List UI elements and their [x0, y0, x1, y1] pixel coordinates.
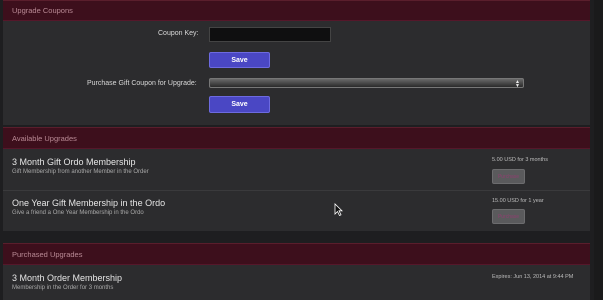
- list-item: 3 Month Order Membership Membership in t…: [3, 265, 590, 300]
- available-upgrades-panel: Available Upgrades 3 Month Gift Ordo Mem…: [3, 127, 590, 231]
- item-description: Membership in the Order for 3 months: [12, 285, 114, 291]
- upgrade-coupons-title: Upgrade Coupons: [12, 6, 73, 15]
- purchased-upgrades-panel: Purchased Upgrades 3 Month Order Members…: [3, 243, 590, 300]
- upgrade-coupons-header: Upgrade Coupons: [3, 0, 590, 21]
- item-title: One Year Gift Membership in the Ordo: [12, 198, 166, 208]
- item-price: 5.00 USD for 3 months: [492, 157, 548, 163]
- item-expires: Expires: Jun 13, 2014 at 9:44 PM: [492, 274, 574, 280]
- purchased-upgrades-title: Purchased Upgrades: [12, 249, 83, 259]
- list-item: 3 Month Gift Ordo Membership Gift Member…: [3, 149, 590, 190]
- item-title: 3 Month Order Membership: [12, 273, 123, 283]
- purchased-upgrades-header: Purchased Upgrades: [3, 243, 590, 265]
- item-price: 15.00 USD for 1 year: [492, 198, 544, 204]
- available-upgrades-title: Available Upgrades: [12, 133, 77, 143]
- available-upgrades-header: Available Upgrades: [3, 127, 590, 149]
- item-title: 3 Month Gift Ordo Membership: [12, 157, 136, 167]
- coupon-key-input[interactable]: [209, 27, 331, 42]
- item-description: Give a friend a One Year Membership in t…: [12, 210, 144, 216]
- scrollbar[interactable]: [594, 0, 603, 300]
- coupon-key-label: Coupon Key:: [158, 30, 199, 37]
- item-description: Gift Membership from another Member in t…: [12, 169, 149, 175]
- list-item: One Year Gift Membership in the Ordo Giv…: [3, 191, 590, 231]
- save-coupon-button[interactable]: Save: [209, 52, 270, 68]
- mouse-cursor-icon: [334, 203, 343, 216]
- purchase-button[interactable]: Purchase: [492, 169, 525, 184]
- save-gift-button[interactable]: Save: [209, 96, 270, 113]
- purchase-button[interactable]: Purchase: [492, 209, 525, 224]
- gift-coupon-label: Purchase Gift Coupon for Upgrade:: [87, 80, 197, 87]
- upgrade-coupons-panel: Upgrade Coupons Coupon Key: Save Purchas…: [3, 0, 590, 125]
- gift-coupon-select[interactable]: ▲ ▼: [209, 78, 524, 89]
- select-arrows-icon: ▲ ▼: [515, 79, 520, 89]
